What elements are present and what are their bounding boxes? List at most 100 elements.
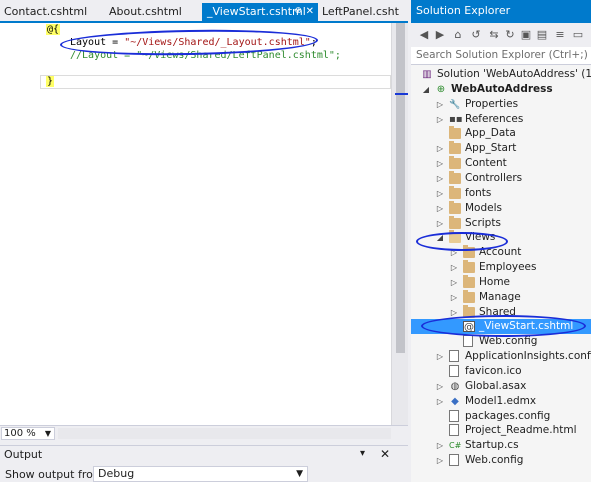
collapsed-arrow-icon[interactable]: ▷ xyxy=(436,394,444,409)
tree-item-label: Model1.edmx xyxy=(465,394,537,407)
tree-item-label: packages.config xyxy=(465,409,551,422)
tree-item[interactable]: ▥ Solution 'WebAutoAddress' (1 proje xyxy=(411,67,591,82)
refresh-icon[interactable]: ↻ xyxy=(503,28,517,42)
tree-item[interactable]: ▷ Models xyxy=(411,200,591,216)
tree-item-label: Home xyxy=(479,275,511,288)
preview-icon[interactable]: ▭ xyxy=(571,28,585,42)
home-icon[interactable]: ⌂ xyxy=(451,28,465,42)
tree-item-label: References xyxy=(465,112,524,125)
pin-icon[interactable]: ⊕ xyxy=(294,3,302,20)
tree-item-label: Content xyxy=(465,157,507,170)
sync-icon[interactable]: ⇆ xyxy=(487,28,501,42)
scrollbar-annotation-marker xyxy=(395,93,408,95)
collapsed-arrow-icon[interactable]: ▷ xyxy=(436,216,444,231)
editor-horizontal-scrollbar[interactable] xyxy=(58,428,391,439)
tab-leftpanel-cshtml[interactable]: LeftPanel.csht xyxy=(322,3,406,21)
pin-icon[interactable]: ▾ xyxy=(360,448,365,459)
history-icon[interactable]: ↺ xyxy=(469,28,483,42)
tree-item-label: ApplicationInsights.config xyxy=(465,350,591,363)
code-line-4: } xyxy=(46,76,55,87)
tree-item[interactable]: favicon.ico xyxy=(411,364,591,379)
document-tab-bar: Contact.cshtml About.cshtml _ViewStart.c… xyxy=(0,0,408,23)
solution-search-input[interactable]: Search Solution Explorer (Ctrl+;) xyxy=(411,47,591,65)
config-file-icon xyxy=(449,454,459,467)
close-icon[interactable]: ✕ xyxy=(380,447,390,461)
close-tab-icon[interactable]: ✕ xyxy=(306,3,314,20)
folder-icon xyxy=(463,274,475,288)
expanded-arrow-icon[interactable]: ◢ xyxy=(422,82,430,97)
zoom-select[interactable]: 100 % ▼ xyxy=(1,427,55,440)
output-source-select[interactable]: Debug ▼ xyxy=(93,466,308,482)
editor-margin xyxy=(0,23,38,425)
wrench-icon: 🔧 xyxy=(449,99,461,110)
tree-item[interactable]: ▷ ▪▪ References xyxy=(411,112,591,127)
image-file-icon xyxy=(449,365,459,377)
references-icon: ▪▪ xyxy=(449,113,463,125)
tree-item[interactable]: ▷ ApplicationInsights.config xyxy=(411,349,591,364)
collapsed-arrow-icon[interactable]: ▷ xyxy=(436,438,444,453)
tree-item[interactable]: ▷ Employees xyxy=(411,260,591,275)
tab-about-cshtml[interactable]: About.cshtml xyxy=(109,3,199,21)
tree-item[interactable]: packages.config xyxy=(411,409,591,424)
tree-item[interactable]: ▷ Home xyxy=(411,274,591,290)
tab-contact-cshtml[interactable]: Contact.cshtml xyxy=(4,3,104,21)
tree-item[interactable]: ▷ fonts xyxy=(411,185,591,201)
solution-tree[interactable]: ▥ Solution 'WebAutoAddress' (1 proje ◢ ⊕ Web… xyxy=(411,66,591,482)
collapsed-arrow-icon[interactable]: ▷ xyxy=(436,349,444,364)
properties-icon[interactable]: ≡ xyxy=(553,28,567,42)
tree-item-label: WebAutoAddress xyxy=(451,82,553,95)
tree-item[interactable]: ▷ ◍ Global.asax xyxy=(411,379,591,394)
tree-item-label: Models xyxy=(465,201,502,214)
code-editor[interactable]: @{ Layout = "~/Views/Shared/_Layout.csht… xyxy=(0,23,391,425)
collapse-all-icon[interactable]: ▣ xyxy=(519,28,533,42)
collapsed-arrow-icon[interactable]: ▷ xyxy=(436,186,444,201)
tree-item[interactable]: ◢ ⊕ WebAutoAddress xyxy=(411,82,591,97)
show-all-files-icon[interactable]: ▤ xyxy=(535,28,549,42)
tree-item-label: Controllers xyxy=(465,171,523,184)
collapsed-arrow-icon[interactable]: ▷ xyxy=(436,112,444,127)
web-project-icon: ⊕ xyxy=(436,83,446,95)
tab-label: _ViewStart.cshtml xyxy=(207,5,306,18)
back-icon[interactable]: ◀ xyxy=(417,28,431,42)
collapsed-arrow-icon[interactable]: ▷ xyxy=(436,141,444,156)
tree-item-label: favicon.ico xyxy=(465,365,522,377)
csharp-file-icon: C# xyxy=(449,441,462,451)
folder-icon xyxy=(449,170,461,184)
tree-item[interactable]: ▷ 🔧 Properties xyxy=(411,97,591,112)
collapsed-arrow-icon[interactable]: ▷ xyxy=(436,97,444,112)
collapsed-arrow-icon[interactable]: ▷ xyxy=(450,275,458,290)
tree-item-label: Project_Readme.html xyxy=(465,424,577,437)
edmx-file-icon: ◆ xyxy=(451,395,459,407)
annotation-ellipse-viewstart-file xyxy=(421,315,586,337)
tree-item[interactable]: ▷ Controllers xyxy=(411,170,591,186)
editor-vertical-scrollbar[interactable] xyxy=(391,23,408,425)
editor-bottom-bar: 100 % ▼ xyxy=(0,425,408,440)
tree-item[interactable]: ▷ App_Start xyxy=(411,141,591,156)
collapsed-arrow-icon[interactable]: ▷ xyxy=(436,201,444,216)
tree-item[interactable]: ▷ Manage xyxy=(411,289,591,305)
collapsed-arrow-icon[interactable]: ▷ xyxy=(450,290,458,305)
folder-icon xyxy=(449,141,461,155)
tree-item-label: Solution 'WebAutoAddress' (1 proje xyxy=(437,68,591,80)
tree-item[interactable]: ▷ Scripts xyxy=(411,215,591,231)
tree-item[interactable]: App_Data xyxy=(411,126,591,141)
tree-item[interactable]: ▷ C# Startup.cs xyxy=(411,438,591,453)
tree-item[interactable]: ▷ Web.config xyxy=(411,453,591,468)
tab-viewstart-cshtml[interactable]: _ViewStart.cshtml ⊕ ✕ xyxy=(202,3,318,22)
tree-item[interactable]: Project_Readme.html xyxy=(411,423,591,438)
tree-item[interactable]: ▷ Content xyxy=(411,156,591,171)
tree-item-label: App_Data xyxy=(465,127,516,140)
collapsed-arrow-icon[interactable]: ▷ xyxy=(436,453,444,468)
tree-item[interactable]: ▷ ◆ Model1.edmx xyxy=(411,394,591,409)
chevron-down-icon: ▼ xyxy=(44,429,51,438)
folder-icon xyxy=(449,200,461,214)
collapsed-arrow-icon[interactable]: ▷ xyxy=(436,156,444,171)
solution-explorer-toolbar: ◀ ▶ ⌂ ↺ ⇆ ↻ ▣ ▤ ≡ ▭ xyxy=(411,23,591,47)
output-toolbar: Show output from: Debug ▼ xyxy=(0,465,408,482)
collapsed-arrow-icon[interactable]: ▷ xyxy=(450,260,458,275)
collapsed-arrow-icon[interactable]: ▷ xyxy=(436,379,444,394)
editor-scroll-thumb[interactable] xyxy=(396,23,405,353)
collapsed-arrow-icon[interactable]: ▷ xyxy=(436,171,444,186)
global-file-icon: ◍ xyxy=(450,380,460,392)
forward-icon[interactable]: ▶ xyxy=(433,28,447,42)
